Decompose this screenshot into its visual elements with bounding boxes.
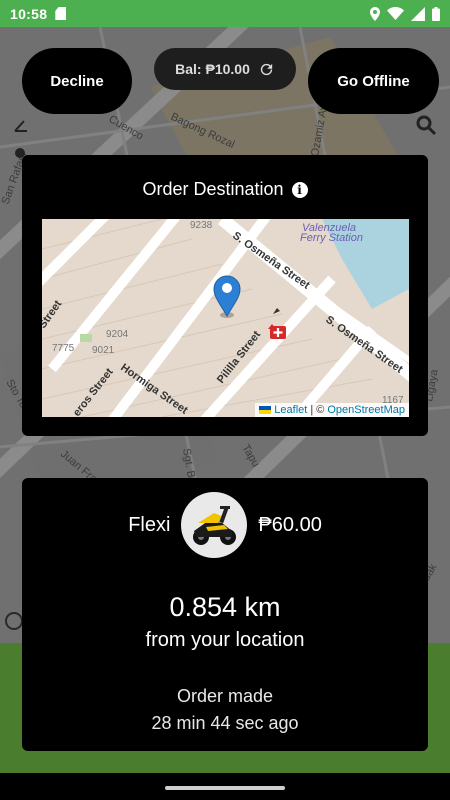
- map-house-number: 9021: [92, 345, 115, 356]
- go-offline-button[interactable]: Go Offline: [308, 48, 439, 114]
- vehicle-type-label: Flexi: [128, 513, 171, 536]
- order-made-time: 28 min 44 sec ago: [151, 713, 299, 733]
- map-house-number: 9204: [106, 329, 129, 340]
- map-house-number: 7775: [52, 343, 75, 354]
- leaflet-link[interactable]: Leaflet: [274, 404, 307, 416]
- destination-title: Order Destination: [142, 179, 284, 199]
- map-attribution: Leaflet | © OpenStreetMap: [255, 403, 409, 417]
- vehicle-row: Flexi ₱60.00: [22, 492, 428, 558]
- signal-icon: [411, 6, 425, 21]
- order-destination-card: Order Destination i S. Osmeña Street S. …: [22, 155, 428, 436]
- vehicle-avatar: [181, 492, 248, 558]
- ukraine-flag-icon: [259, 406, 272, 414]
- map-house-number: 9238: [190, 220, 213, 231]
- distance-value: 0.854 km: [169, 592, 281, 622]
- home-gesture-pill[interactable]: [165, 786, 285, 790]
- destination-map-tiles: S. Osmeña Street S. Osmeña Street Pilill…: [42, 219, 409, 417]
- info-icon[interactable]: i: [291, 181, 308, 198]
- battery-icon: [432, 6, 440, 21]
- destination-title-row: Order Destination i: [22, 179, 428, 200]
- map-poi-label: Ferry Station: [300, 232, 363, 244]
- location-icon: [370, 6, 380, 21]
- attribution-separator: | ©: [310, 404, 325, 416]
- status-time: 10:58: [10, 5, 48, 22]
- distance-caption: from your location: [145, 629, 305, 651]
- refresh-icon[interactable]: [258, 61, 275, 78]
- order-made-label: Order made: [176, 686, 274, 706]
- fare-label: ₱60.00: [258, 513, 322, 536]
- balance-chip[interactable]: Bal: ₱10.00: [154, 48, 296, 90]
- balance-label: Bal: ₱10.00: [175, 61, 250, 77]
- status-bar: 10:58: [0, 0, 450, 27]
- scooter-icon: [193, 506, 237, 545]
- sd-card-icon: [55, 7, 67, 20]
- openstreetmap-link[interactable]: OpenStreetMap: [327, 404, 405, 416]
- wifi-icon: [387, 7, 404, 20]
- decline-button[interactable]: Decline: [22, 48, 132, 114]
- destination-map[interactable]: S. Osmeña Street S. Osmeña Street Pilill…: [42, 219, 409, 417]
- order-details-card: Flexi ₱60.00 0.854 km from your location…: [22, 478, 428, 751]
